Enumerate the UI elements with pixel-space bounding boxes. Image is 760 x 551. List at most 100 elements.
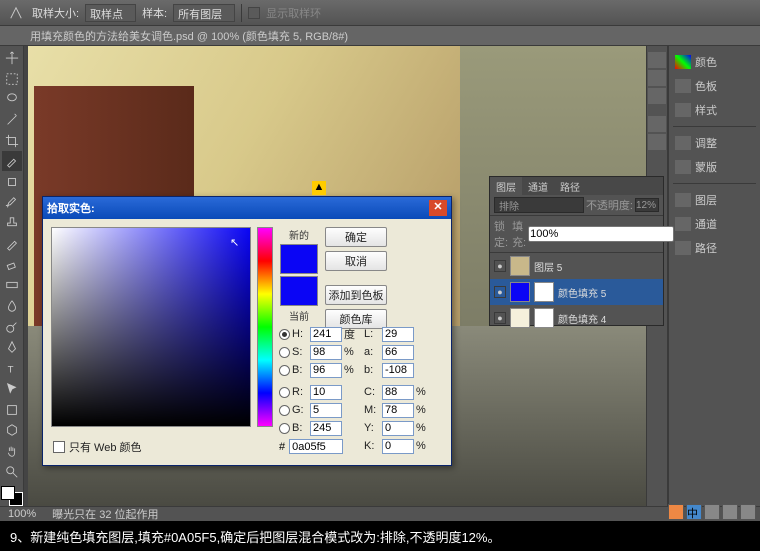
ok-button[interactable]: 确定 bbox=[325, 227, 387, 247]
bv-radio[interactable] bbox=[279, 423, 290, 434]
stamp-tool[interactable] bbox=[2, 214, 22, 234]
lab-b-input[interactable] bbox=[382, 363, 414, 378]
panel-icon[interactable] bbox=[648, 70, 666, 86]
visibility-icon[interactable]: ● bbox=[494, 260, 506, 272]
color-picker-dialog: 拾取实色: ✕ ↖ 新的 当前 ▲ 确定 取消 添加到色板 颜色库 bbox=[42, 196, 452, 466]
gradient-tool[interactable] bbox=[2, 276, 22, 296]
shape-tool[interactable] bbox=[2, 400, 22, 420]
hex-input[interactable] bbox=[289, 439, 343, 454]
tab-paths[interactable]: 路径 bbox=[554, 177, 586, 195]
tray-icon[interactable] bbox=[668, 504, 684, 520]
h-radio[interactable] bbox=[279, 329, 290, 340]
heal-tool[interactable] bbox=[2, 172, 22, 192]
close-icon[interactable]: ✕ bbox=[429, 200, 447, 216]
lasso-tool[interactable] bbox=[2, 89, 22, 109]
tray-icon[interactable]: 中 bbox=[686, 504, 702, 520]
brush-tool[interactable] bbox=[2, 193, 22, 213]
history-brush-tool[interactable] bbox=[2, 234, 22, 254]
adjust-panel-tab[interactable]: 调整 bbox=[673, 131, 756, 155]
y-input[interactable] bbox=[382, 421, 414, 436]
s-radio[interactable] bbox=[279, 347, 290, 358]
panel-icon[interactable] bbox=[648, 116, 666, 132]
layer-row[interactable]: ● 图层 5 bbox=[490, 253, 663, 279]
layer-mask-thumb bbox=[534, 308, 554, 328]
panel-icon[interactable] bbox=[648, 134, 666, 150]
tab-layers[interactable]: 图层 bbox=[490, 177, 522, 195]
3d-tool[interactable] bbox=[2, 420, 22, 440]
r-radio[interactable] bbox=[279, 387, 290, 398]
show-ring-checkbox[interactable] bbox=[248, 7, 260, 19]
b-radio[interactable] bbox=[279, 365, 290, 376]
color-swatches[interactable] bbox=[1, 486, 23, 506]
marquee-tool[interactable] bbox=[2, 69, 22, 89]
color-panel-tab[interactable]: 颜色 bbox=[673, 50, 756, 74]
layer-name: 颜色填充 4 bbox=[558, 311, 606, 326]
path-select-tool[interactable] bbox=[2, 379, 22, 399]
channels-panel-tab[interactable]: 通道 bbox=[673, 212, 756, 236]
m-input[interactable] bbox=[382, 403, 414, 418]
r-input[interactable] bbox=[310, 385, 342, 400]
tool-preset-icon[interactable] bbox=[6, 3, 26, 23]
visibility-icon[interactable]: ● bbox=[494, 312, 506, 324]
fill-input[interactable] bbox=[528, 226, 674, 242]
opacity-input[interactable] bbox=[635, 198, 659, 212]
styles-panel-tab[interactable]: 样式 bbox=[673, 98, 756, 122]
hand-tool[interactable] bbox=[2, 441, 22, 461]
paths-panel-tab[interactable]: 路径 bbox=[673, 236, 756, 260]
add-swatch-button[interactable]: 添加到色板 bbox=[325, 285, 387, 305]
bval-input[interactable] bbox=[310, 421, 342, 436]
type-tool[interactable]: T bbox=[2, 358, 22, 378]
sample-size-label: 取样大小: bbox=[32, 5, 79, 21]
blur-tool[interactable] bbox=[2, 296, 22, 316]
new-color-swatch bbox=[280, 244, 318, 274]
a-input[interactable] bbox=[382, 345, 414, 360]
tray-icon[interactable] bbox=[740, 504, 756, 520]
pen-tool[interactable] bbox=[2, 338, 22, 358]
dodge-tool[interactable] bbox=[2, 317, 22, 337]
dialog-titlebar[interactable]: 拾取实色: ✕ bbox=[43, 197, 451, 219]
current-color-label: 当前 bbox=[289, 308, 309, 323]
eraser-tool[interactable] bbox=[2, 255, 22, 275]
zoom-level[interactable]: 100% bbox=[8, 508, 36, 520]
move-tool[interactable] bbox=[2, 48, 22, 68]
layers-panel-tab[interactable]: 图层 bbox=[673, 188, 756, 212]
tutorial-caption: 9、新建纯色填充图层,填充#0A05F5,确定后把图层混合模式改为:排除,不透明… bbox=[0, 521, 760, 551]
warning-icon[interactable]: ▲ bbox=[312, 181, 326, 195]
panel-icon[interactable] bbox=[648, 88, 666, 104]
crop-tool[interactable] bbox=[2, 131, 22, 151]
zoom-tool[interactable] bbox=[2, 462, 22, 482]
panel-icon[interactable] bbox=[648, 52, 666, 68]
layer-row[interactable]: ● 颜色填充 4 bbox=[490, 305, 663, 331]
h-input[interactable] bbox=[310, 327, 342, 342]
document-tab-bar: 用填充颜色的方法给美女调色.psd @ 100% (颜色填充 5, RGB/8#… bbox=[0, 26, 760, 46]
document-title[interactable]: 用填充颜色的方法给美女调色.psd @ 100% (颜色填充 5, RGB/8#… bbox=[30, 28, 348, 44]
dialog-title: 拾取实色: bbox=[47, 200, 95, 216]
layer-row[interactable]: ● 颜色填充 5 bbox=[490, 279, 663, 305]
tray-icon[interactable] bbox=[722, 504, 738, 520]
k-input[interactable] bbox=[382, 439, 414, 454]
sample-label: 样本: bbox=[142, 5, 167, 21]
color-value-fields: H:度 S:% B:% R: G: B: # L: a: b: C:% M:% bbox=[279, 325, 443, 455]
cancel-button[interactable]: 取消 bbox=[325, 251, 387, 271]
tab-channels[interactable]: 通道 bbox=[522, 177, 554, 195]
blend-mode-select[interactable]: 排除 bbox=[494, 197, 584, 213]
hue-slider[interactable] bbox=[257, 227, 273, 427]
wand-tool[interactable] bbox=[2, 110, 22, 130]
l-input[interactable] bbox=[382, 327, 414, 342]
g-radio[interactable] bbox=[279, 405, 290, 416]
sample-layers-select[interactable]: 所有图层 bbox=[173, 4, 235, 22]
visibility-icon[interactable]: ● bbox=[494, 286, 506, 298]
web-only-checkbox[interactable] bbox=[53, 441, 65, 453]
s-input[interactable] bbox=[310, 345, 342, 360]
swatches-panel-tab[interactable]: 色板 bbox=[673, 74, 756, 98]
tray-icon[interactable] bbox=[704, 504, 720, 520]
mask-panel-tab[interactable]: 蒙版 bbox=[673, 155, 756, 179]
eyedropper-tool[interactable] bbox=[2, 151, 22, 171]
right-panel-dock: 颜色 色板 样式 调整 蒙版 图层 通道 路径 bbox=[668, 46, 760, 506]
c-input[interactable] bbox=[382, 385, 414, 400]
b-input[interactable] bbox=[310, 363, 342, 378]
g-input[interactable] bbox=[310, 403, 342, 418]
color-field[interactable]: ↖ bbox=[51, 227, 251, 427]
opacity-label: 不透明度: bbox=[586, 197, 633, 213]
sample-size-select[interactable]: 取样点 bbox=[85, 4, 136, 22]
